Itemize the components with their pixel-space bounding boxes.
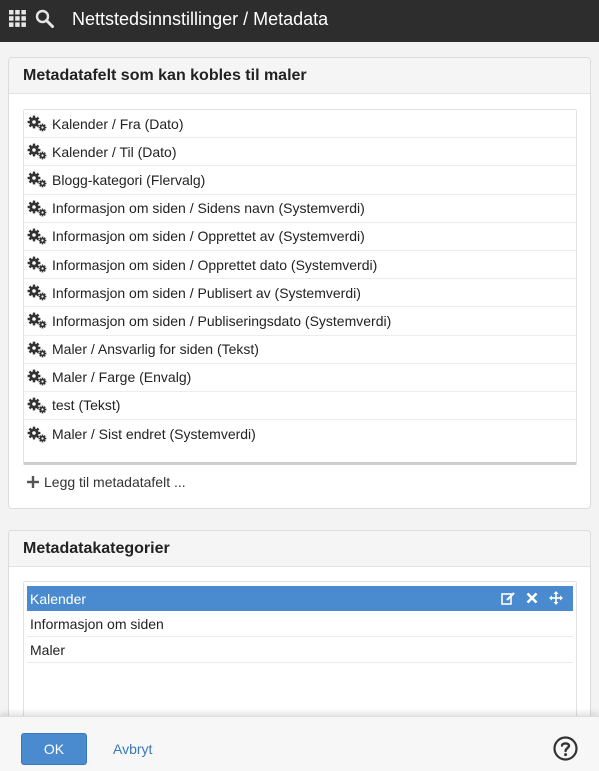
metadata-field-label: Informasjon om siden / Opprettet dato (S…	[52, 256, 378, 273]
delete-icon[interactable]	[525, 591, 539, 605]
help-icon[interactable]	[553, 736, 578, 761]
metadata-field-row[interactable]: Informasjon om siden / Sidens navn (Syst…	[24, 195, 576, 223]
metadata-field-row[interactable]: Maler / Sist endret (Systemverdi)	[24, 420, 576, 448]
metadata-field-label: Maler / Farge (Envalg)	[52, 369, 192, 386]
metadata-field-row[interactable]: Kalender / Til (Dato)	[24, 138, 576, 167]
edit-icon[interactable]	[501, 591, 515, 605]
cancel-link[interactable]: Avbryt	[113, 741, 152, 757]
add-metadata-field-link[interactable]: Legg til metadatafelt ...	[27, 474, 186, 490]
gears-icon	[27, 256, 47, 273]
metadata-fields-panel: Metadatafelt som kan kobles til maler Ka…	[8, 57, 591, 509]
metadata-field-label: test (Tekst)	[52, 397, 121, 414]
metadata-field-row[interactable]: Informasjon om siden / Opprettet dato (S…	[24, 251, 576, 280]
top-bar: Nettstedsinnstillinger / Metadata	[0, 0, 599, 42]
metadata-field-row[interactable]: Informasjon om siden / Publiseringsdato …	[24, 307, 576, 336]
category-tools	[501, 591, 563, 605]
plus-icon	[27, 476, 39, 488]
gears-icon	[27, 369, 47, 386]
add-metadata-field-label: Legg til metadatafelt ...	[44, 474, 186, 490]
fields-panel-title: Metadatafelt som kan kobles til maler	[9, 58, 590, 94]
metadata-field-label: Informasjon om siden / Publisert av (Sys…	[52, 284, 361, 301]
search-icon[interactable]	[35, 9, 54, 28]
metadata-field-label: Kalender / Til (Dato)	[52, 143, 177, 160]
metadata-field-label: Kalender / Fra (Dato)	[52, 115, 184, 132]
metadata-field-label: Informasjon om siden / Publiseringsdato …	[52, 312, 392, 329]
gears-icon	[27, 115, 47, 132]
category-row[interactable]: Kalender	[27, 586, 573, 611]
metadata-field-label: Informasjon om siden / Opprettet av (Sys…	[52, 228, 365, 245]
metadata-field-label: Maler / Sist endret (Systemverdi)	[52, 426, 256, 443]
gears-icon	[27, 200, 47, 217]
move-icon[interactable]	[549, 591, 563, 605]
gears-icon	[27, 397, 47, 414]
ok-button[interactable]: OK	[21, 733, 87, 765]
metadata-field-row[interactable]: Informasjon om siden / Opprettet av (Sys…	[24, 223, 576, 251]
categories-panel-title: Metadatakategorier	[9, 531, 590, 567]
metadata-categories-panel: Metadatakategorier Kalender Informasjon o…	[8, 530, 591, 741]
gears-icon	[27, 426, 47, 443]
category-row[interactable]: Maler	[27, 637, 573, 663]
metadata-field-row[interactable]: Kalender / Fra (Dato)	[24, 110, 576, 139]
gears-icon	[27, 284, 47, 301]
metadata-field-row[interactable]: test (Tekst)	[24, 392, 576, 421]
category-label: Maler	[30, 641, 66, 658]
gears-icon	[27, 172, 47, 188]
gears-icon	[27, 143, 47, 160]
metadata-field-label: Maler / Ansvarlig for siden (Tekst)	[52, 341, 259, 358]
metadata-field-label: Blogg-kategori (Flervalg)	[52, 171, 206, 188]
metadata-field-row[interactable]: Informasjon om siden / Publisert av (Sys…	[24, 279, 576, 308]
metadata-field-list: Kalender / Fra (Dato) Kalender / Til (Dat…	[23, 109, 577, 465]
gears-icon	[27, 228, 47, 245]
category-row[interactable]: Informasjon om siden	[27, 611, 573, 637]
category-label: Kalender	[30, 590, 87, 607]
metadata-field-row[interactable]: Maler / Ansvarlig for siden (Tekst)	[24, 336, 576, 364]
dialog-footer: OK Avbryt	[0, 716, 599, 771]
category-label: Informasjon om siden	[30, 615, 164, 632]
gears-icon	[27, 341, 47, 357]
page-title: Nettstedsinnstillinger / Metadata	[72, 9, 329, 29]
app-grid-icon[interactable]	[9, 10, 26, 27]
gears-icon	[27, 313, 47, 329]
metadata-field-label: Informasjon om siden / Sidens navn (Syst…	[52, 200, 365, 217]
metadata-field-row[interactable]: Maler / Farge (Envalg)	[24, 364, 576, 392]
metadata-field-row[interactable]: Blogg-kategori (Flervalg)	[24, 166, 576, 195]
